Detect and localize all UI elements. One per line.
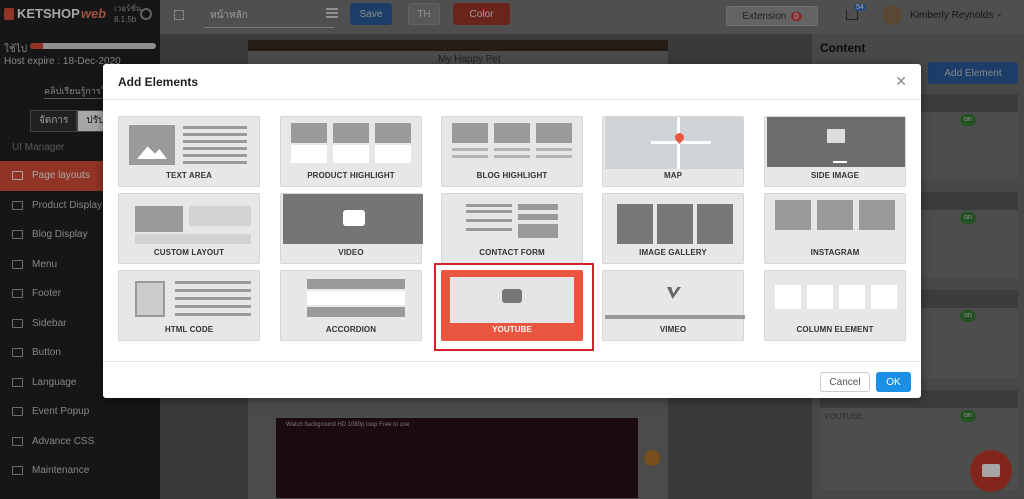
- element-card[interactable]: VIMEO: [602, 270, 745, 341]
- element-card-label: BLOG HIGHLIGHT: [476, 171, 548, 180]
- element-thumbnail: [773, 277, 897, 323]
- elements-grid: TEXT AREA PRODUCT HIGHLIGHT BLOG HIGHLIGHT…: [118, 116, 908, 351]
- element-thumbnail: [127, 123, 251, 169]
- element-card-label: VIMEO: [659, 325, 687, 334]
- modal-footer: Cancel OK: [103, 361, 921, 398]
- element-card[interactable]: HTML CODE: [118, 270, 260, 341]
- element-card[interactable]: SIDE IMAGE: [764, 116, 906, 187]
- element-thumbnail: [605, 117, 743, 169]
- element-thumbnail: [289, 277, 413, 323]
- element-card-label: IMAGE GALLERY: [639, 248, 707, 257]
- element-thumbnail: [283, 194, 423, 246]
- element-card[interactable]: ACCORDION: [280, 270, 422, 341]
- cancel-button[interactable]: Cancel: [820, 372, 870, 392]
- element-thumbnail: [450, 200, 574, 246]
- element-card[interactable]: BLOG HIGHLIGHT: [441, 116, 583, 187]
- element-thumbnail: [605, 277, 745, 323]
- element-thumbnail: [127, 277, 251, 323]
- element-card-label: COLUMN ELEMENT: [796, 325, 874, 334]
- element-card[interactable]: VIDEO: [280, 193, 423, 264]
- element-thumbnail: [450, 123, 574, 169]
- element-thumbnail: [767, 117, 905, 169]
- element-thumbnail: [127, 200, 251, 246]
- close-icon[interactable]: ✕: [895, 73, 907, 90]
- element-card-label: HTML CODE: [164, 325, 214, 334]
- element-card[interactable]: IMAGE GALLERY: [602, 193, 744, 264]
- element-card[interactable]: INSTAGRAM: [764, 193, 906, 264]
- modal-title: Add Elements: [118, 75, 199, 89]
- modal-header: Add Elements ✕: [103, 64, 921, 100]
- element-card-label: PRODUCT HIGHLIGHT: [307, 171, 395, 180]
- element-thumbnail: [773, 200, 897, 246]
- element-card-label: TEXT AREA: [166, 171, 212, 180]
- element-thumbnail: [611, 200, 735, 246]
- element-card[interactable]: PRODUCT HIGHLIGHT: [280, 116, 422, 187]
- element-card-label: SIDE IMAGE: [810, 171, 860, 180]
- element-card-label: INSTAGRAM: [810, 248, 860, 257]
- element-card-label: CUSTOM LAYOUT: [153, 248, 225, 257]
- selected-element-frame: [434, 263, 594, 351]
- element-card[interactable]: MAP: [602, 116, 744, 187]
- ok-button[interactable]: OK: [876, 372, 911, 392]
- element-card[interactable]: COLUMN ELEMENT: [764, 270, 906, 341]
- add-elements-modal: Add Elements ✕ TEXT AREA PRODUCT HIGHLIGH…: [103, 64, 921, 398]
- element-card[interactable]: TEXT AREA: [118, 116, 260, 187]
- element-card[interactable]: CUSTOM LAYOUT: [118, 193, 260, 264]
- element-card-label: VIDEO: [338, 248, 364, 257]
- element-card-label: ACCORDION: [325, 325, 377, 334]
- element-card[interactable]: CONTACT FORM: [441, 193, 583, 264]
- element-thumbnail: [289, 123, 413, 169]
- element-card-label: CONTACT FORM: [479, 248, 545, 257]
- element-card-label: MAP: [663, 171, 683, 180]
